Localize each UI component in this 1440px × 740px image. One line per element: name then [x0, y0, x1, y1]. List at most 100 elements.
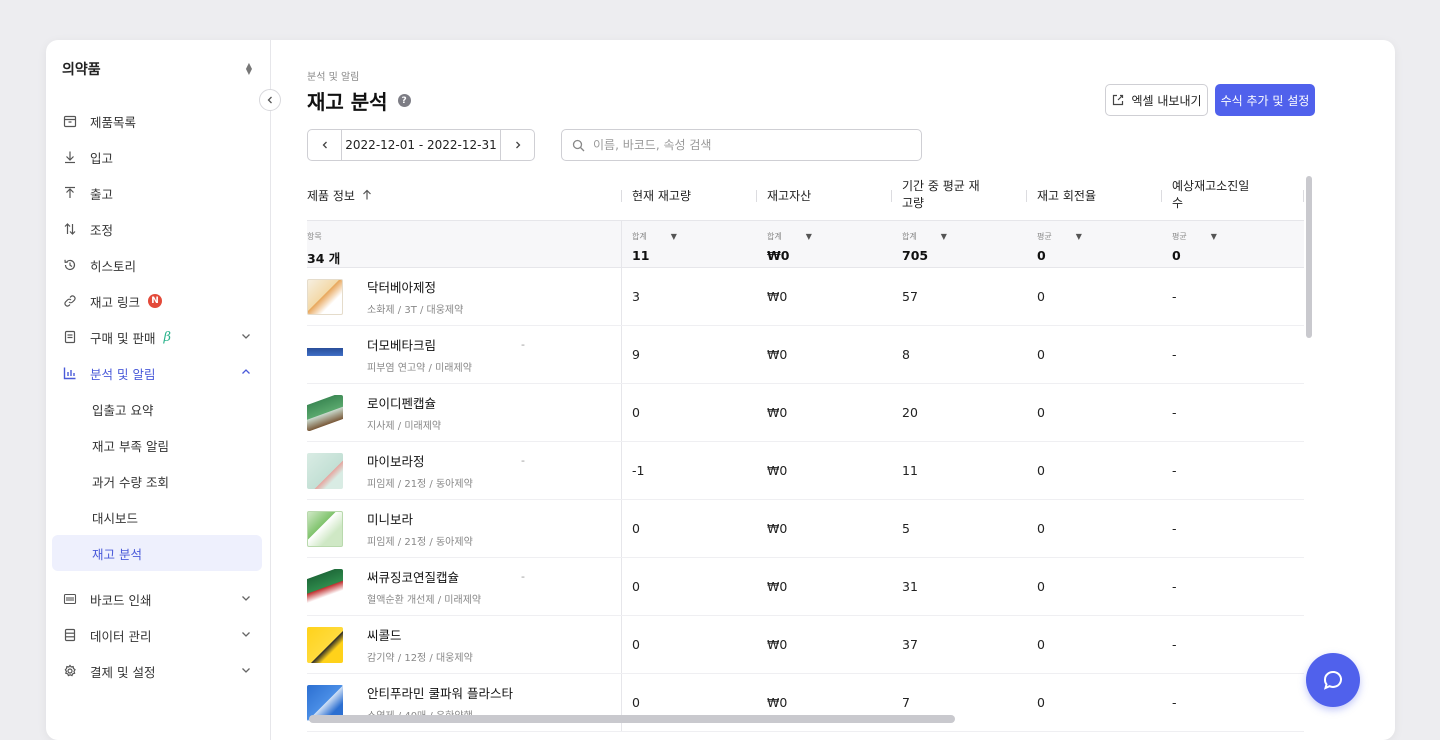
product-info-cell[interactable]: 로이디펜캡슐 지사제 / 미래제약: [307, 384, 622, 441]
average-stock-cell: 11: [902, 463, 918, 478]
sort-asc-icon[interactable]: [361, 189, 373, 201]
breadcrumb[interactable]: 분석 및 알림: [307, 68, 359, 83]
column-header-label: 제품 정보: [307, 188, 355, 203]
product-info-cell[interactable]: 써큐징코연질캡슐 혈액순환 개선제 / 미래제약 -: [307, 558, 622, 615]
product-thumbnail: [307, 336, 343, 373]
caret-down-icon[interactable]: ▼: [1211, 232, 1217, 241]
table-row[interactable]: 마이보라정 피임제 / 21정 / 동아제약 - -1 ₩0 11 0 -: [307, 442, 1304, 500]
summary-value: 0: [1037, 248, 1046, 263]
next-period-button[interactable]: [500, 130, 534, 160]
table-row[interactable]: 써큐징코연질캡슐 혈액순환 개선제 / 미래제약 - 0 ₩0 31 0 -: [307, 558, 1304, 616]
days-to-depletion-cell: -: [1172, 637, 1177, 652]
table-row[interactable]: 씨콜드 감기약 / 12정 / 대웅제약 0 ₩0 37 0 -: [307, 616, 1304, 674]
product-thumbnail: [307, 452, 343, 489]
sidebar-item-label: 바코드 인쇄: [90, 592, 152, 608]
sidebar-item-label: 재고 링크: [90, 294, 140, 310]
sidebar-item-barcode[interactable]: 바코드 인쇄: [52, 581, 262, 617]
collapse-sidebar-button[interactable]: [259, 89, 281, 111]
product-meta: 혈액순환 개선제 / 미래제약: [367, 595, 482, 606]
date-range-value[interactable]: 2022-12-01 - 2022-12-31: [342, 130, 500, 160]
main-content: 분석 및 알림 재고 분석 ? 엑셀 내보내기 수식 추가 및 설정 2022-…: [272, 40, 1395, 740]
caret-down-icon[interactable]: ▼: [806, 232, 812, 241]
column-header-label: 재고 회전율: [1037, 188, 1097, 203]
product-name: 써큐징코연질캡슐: [367, 570, 460, 585]
workspace-selector[interactable]: 의약품 ▲ ▼: [62, 58, 252, 80]
sidebar-item-data-management[interactable]: 데이터 관리: [52, 617, 262, 653]
sidebar-subitem-stock-analysis[interactable]: 재고 분석: [52, 535, 262, 571]
sidebar-item-history[interactable]: 히스토리: [52, 247, 262, 283]
col-average-stock[interactable]: 기간 중 평균 재 고량: [892, 170, 1027, 220]
gear-icon: [62, 663, 78, 679]
product-name: 마이보라정: [367, 454, 425, 469]
summary-cell-items: 항목 34 개: [307, 221, 622, 267]
current-stock-cell: -1: [632, 463, 645, 478]
table-row[interactable]: 미니보라 피임제 / 21정 / 동아제약 0 ₩0 5 0 -: [307, 500, 1304, 558]
sidebar-subitem-dashboard[interactable]: 대시보드: [52, 499, 262, 535]
product-thumbnail: [307, 394, 343, 431]
table-row[interactable]: 로이디펜캡슐 지사제 / 미래제약 0 ₩0 20 0 -: [307, 384, 1304, 442]
export-icon: [1113, 94, 1124, 106]
sidebar-item-billing-settings[interactable]: 결제 및 설정: [52, 653, 262, 689]
average-stock-cell: 8: [902, 347, 910, 362]
sidebar-item-label: 결제 및 설정: [90, 664, 156, 680]
stock-asset-cell: ₩0: [767, 347, 788, 362]
search-input[interactable]: [593, 138, 893, 152]
horizontal-scrollbar[interactable]: [309, 715, 955, 723]
chat-support-button[interactable]: [1306, 653, 1360, 707]
sidebar-item-outbound[interactable]: 출고: [52, 175, 262, 211]
sidebar-item-inbound[interactable]: 입고: [52, 139, 262, 175]
sidebar-item-stock-link[interactable]: 재고 링크 N: [52, 283, 262, 319]
summary-cell-stock[interactable]: 합계 ▼ 11: [622, 221, 757, 267]
col-current-stock[interactable]: 현재 재고량: [622, 170, 757, 220]
vertical-scrollbar[interactable]: [1306, 176, 1312, 338]
summary-value: 11: [632, 248, 650, 263]
sidebar-subitem-past-quantity[interactable]: 과거 수량 조회: [52, 463, 262, 499]
summary-cell-asset[interactable]: 합계 ▼ ₩0: [757, 221, 892, 267]
product-thumbnail: [307, 568, 343, 605]
product-info-cell[interactable]: 미니보라 피임제 / 21정 / 동아제약: [307, 500, 622, 557]
add-formula-button[interactable]: 수식 추가 및 설정: [1215, 84, 1315, 116]
prev-period-button[interactable]: [308, 130, 342, 160]
table-row[interactable]: 안티푸라민 쿨파워 플라스타 소염제 / 40매 / 유한양행 0 ₩0 7 0…: [307, 674, 1304, 732]
page-title-text: 재고 분석: [307, 90, 388, 114]
summary-cell-days[interactable]: 평균 ▼ 0: [1162, 221, 1304, 267]
summary-label: 합계: [767, 232, 782, 241]
col-turnover-rate[interactable]: 재고 회전율: [1027, 170, 1162, 220]
export-excel-button[interactable]: 엑셀 내보내기: [1105, 84, 1208, 116]
date-range-picker: 2022-12-01 - 2022-12-31: [307, 129, 535, 161]
sidebar-item-adjust[interactable]: 조정: [52, 211, 262, 247]
product-meta: 감기약 / 12정 / 대웅제약: [367, 653, 473, 664]
col-product-info[interactable]: 제품 정보: [307, 170, 622, 220]
average-stock-cell: 37: [902, 637, 918, 652]
summary-cell-turnover[interactable]: 평균 ▼ 0: [1027, 221, 1162, 267]
caret-down-icon[interactable]: ▼: [941, 232, 947, 241]
product-info-cell[interactable]: 씨콜드 감기약 / 12정 / 대웅제약: [307, 616, 622, 673]
caret-down-icon[interactable]: ▼: [1076, 232, 1082, 241]
days-to-depletion-cell: -: [1172, 463, 1177, 478]
summary-label-wrap: 평균 ▼: [1037, 231, 1162, 242]
sidebar-item-products[interactable]: 제품목록: [52, 103, 262, 139]
product-text: 마이보라정 피임제 / 21정 / 동아제약: [367, 451, 473, 490]
product-info-cell[interactable]: 닥터베아제정 소화제 / 3T / 대웅제약: [307, 268, 622, 325]
summary-label: 항목: [307, 232, 322, 241]
sidebar-item-purchase-sales[interactable]: 구매 및 판매 β: [52, 319, 262, 355]
help-icon[interactable]: ?: [397, 94, 411, 107]
summary-cell-average[interactable]: 합계 ▼ 705: [892, 221, 1027, 267]
caret-down-icon[interactable]: ▼: [671, 232, 677, 241]
sidebar-subitem-inout-summary[interactable]: 입출고 요약: [52, 391, 262, 427]
table-row[interactable]: 닥터베아제정 소화제 / 3T / 대웅제약 3 ₩0 57 0 -: [307, 268, 1304, 326]
swap-icon: [62, 221, 78, 237]
table-row[interactable]: 더모베타크림 피부염 연고약 / 미래제약 - 9 ₩0 8 0 -: [307, 326, 1304, 384]
arrow-up-icon: [62, 185, 78, 201]
summary-label: 합계: [902, 232, 917, 241]
stock-asset-cell: ₩0: [767, 463, 788, 478]
col-stock-asset[interactable]: 재고자산: [757, 170, 892, 220]
col-days-to-depletion[interactable]: 예상재고소진일 수: [1162, 170, 1304, 220]
chevron-down-icon: [240, 628, 252, 643]
sidebar-subitem-low-stock-alert[interactable]: 재고 부족 알림: [52, 427, 262, 463]
current-stock-cell: 0: [632, 579, 640, 594]
product-info-cell[interactable]: 마이보라정 피임제 / 21정 / 동아제약 -: [307, 442, 622, 499]
product-info-cell[interactable]: 더모베타크림 피부염 연고약 / 미래제약 -: [307, 326, 622, 383]
turnover-rate-cell: 0: [1037, 405, 1045, 420]
sidebar-item-analytics[interactable]: 분석 및 알림: [52, 355, 262, 391]
